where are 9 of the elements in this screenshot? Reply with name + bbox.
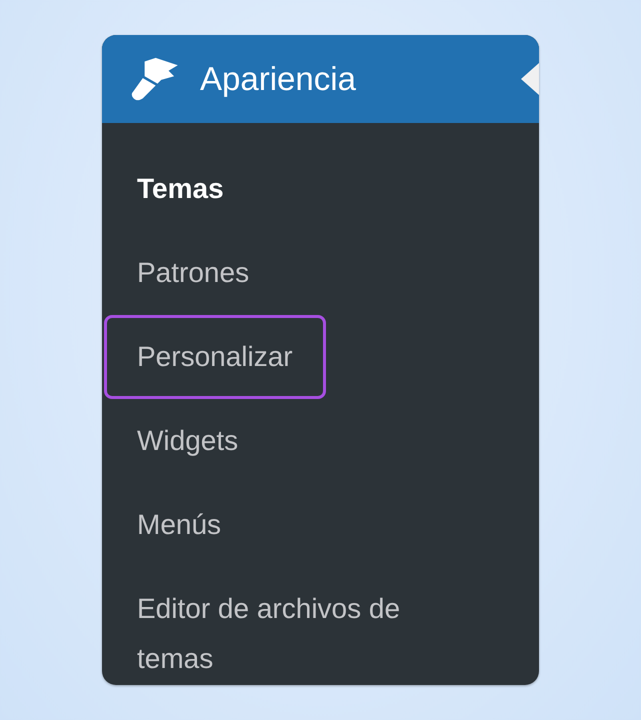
menu-item[interactable]: Patrones — [104, 231, 282, 315]
menu-item[interactable]: Widgets — [104, 399, 272, 483]
menu-item[interactable]: Editor de archivos de temas — [104, 567, 504, 685]
menu-header[interactable]: Apariencia — [102, 35, 539, 123]
menu-item[interactable]: Menús — [104, 483, 254, 567]
menu-item[interactable]: Personalizar — [104, 315, 326, 399]
menu-item[interactable]: Temas — [104, 147, 257, 231]
pointer-notch-icon — [521, 63, 539, 95]
menu-title: Apariencia — [200, 60, 356, 98]
